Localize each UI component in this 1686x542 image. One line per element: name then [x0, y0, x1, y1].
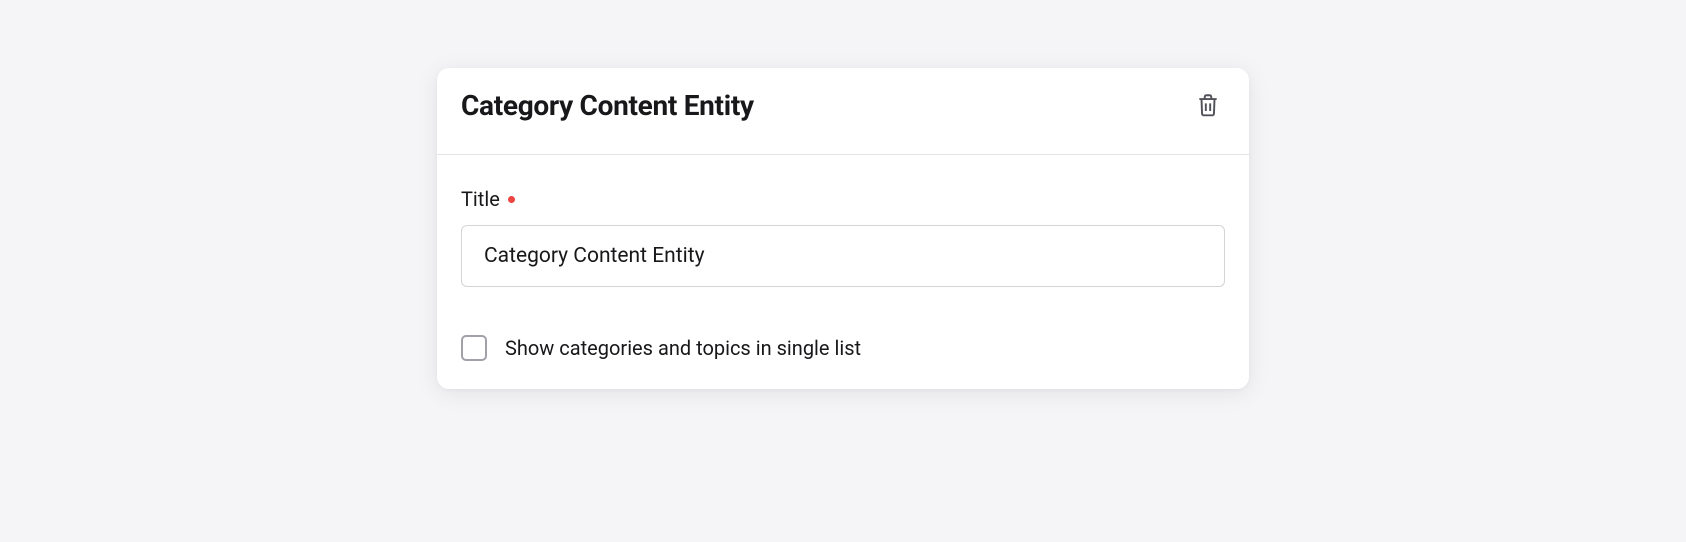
- title-label-text: Title: [461, 187, 500, 211]
- show-single-list-checkbox[interactable]: [461, 335, 487, 361]
- entity-card: Category Content Entity Title Show categ…: [437, 68, 1249, 389]
- card-body: Title Show categories and topics in sing…: [437, 155, 1249, 389]
- title-field-label: Title: [461, 187, 1225, 211]
- delete-button[interactable]: [1191, 88, 1225, 122]
- title-input[interactable]: [461, 225, 1225, 287]
- required-indicator-icon: [508, 196, 515, 203]
- trash-icon: [1195, 92, 1221, 118]
- show-single-list-label[interactable]: Show categories and topics in single lis…: [505, 336, 861, 360]
- card-header: Category Content Entity: [437, 68, 1249, 154]
- checkbox-row: Show categories and topics in single lis…: [461, 335, 1225, 361]
- card-title: Category Content Entity: [461, 89, 754, 122]
